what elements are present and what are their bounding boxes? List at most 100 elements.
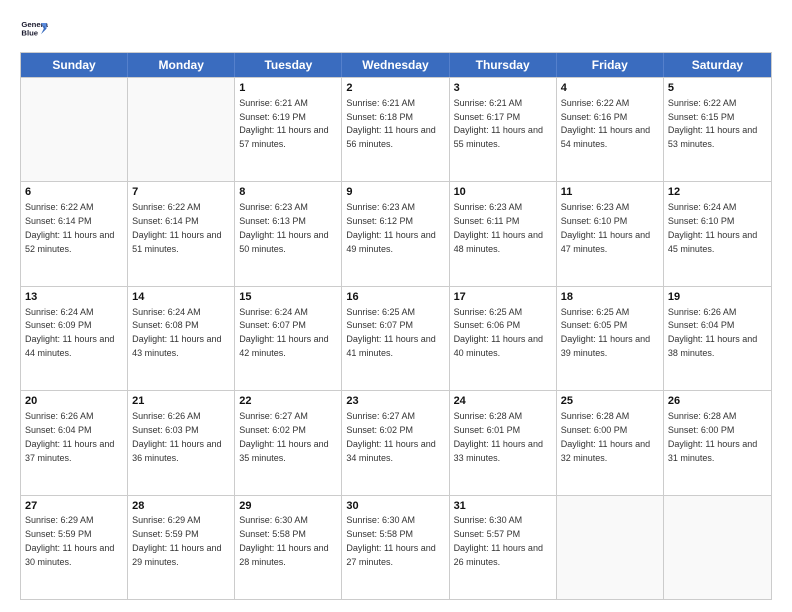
day-number: 22 — [239, 394, 337, 409]
cell-info: Sunrise: 6:28 AMSunset: 6:00 PMDaylight:… — [561, 411, 650, 462]
cell-info: Sunrise: 6:25 AMSunset: 6:06 PMDaylight:… — [454, 307, 543, 358]
svg-text:Blue: Blue — [21, 29, 38, 38]
calendar-cell: 4 Sunrise: 6:22 AMSunset: 6:16 PMDaylight… — [557, 78, 664, 181]
calendar-body: 1 Sunrise: 6:21 AMSunset: 6:19 PMDaylight… — [21, 77, 771, 599]
day-number: 27 — [25, 499, 123, 514]
calendar-cell: 30Sunrise: 6:30 AMSunset: 5:58 PMDayligh… — [342, 496, 449, 599]
calendar-row: 27Sunrise: 6:29 AMSunset: 5:59 PMDayligh… — [21, 495, 771, 599]
calendar-cell: 3Sunrise: 6:21 AMSunset: 6:17 PMDaylight… — [450, 78, 557, 181]
day-number: 24 — [454, 394, 552, 409]
header-day: Tuesday — [235, 53, 342, 77]
calendar-cell: 26 Sunrise: 6:28 AMSunset: 6:00 PMDayligh… — [664, 391, 771, 494]
day-number: 31 — [454, 499, 552, 514]
header-day: Monday — [128, 53, 235, 77]
day-number: 25 — [561, 394, 659, 409]
calendar-cell: 5 Sunrise: 6:22 AMSunset: 6:15 PMDaylight… — [664, 78, 771, 181]
calendar: SundayMondayTuesdayWednesdayThursdayFrid… — [20, 52, 772, 600]
calendar-cell — [664, 496, 771, 599]
calendar-row: 6 Sunrise: 6:22 AMSunset: 6:14 PMDaylight… — [21, 181, 771, 285]
day-number: 29 — [239, 499, 337, 514]
day-number: 14 — [132, 290, 230, 305]
day-number: 26 — [668, 394, 767, 409]
calendar-header: SundayMondayTuesdayWednesdayThursdayFrid… — [21, 53, 771, 77]
cell-info: Sunrise: 6:24 AMSunset: 6:07 PMDaylight:… — [239, 307, 328, 358]
cell-info: Sunrise: 6:24 AMSunset: 6:08 PMDaylight:… — [132, 307, 221, 358]
day-number: 17 — [454, 290, 552, 305]
calendar-cell: 23 Sunrise: 6:27 AMSunset: 6:02 PMDayligh… — [342, 391, 449, 494]
calendar-cell: 31Sunrise: 6:30 AMSunset: 5:57 PMDayligh… — [450, 496, 557, 599]
calendar-cell: 20 Sunrise: 6:26 AMSunset: 6:04 PMDayligh… — [21, 391, 128, 494]
cell-info: Sunrise: 6:22 AMSunset: 6:14 PMDaylight:… — [25, 202, 114, 253]
calendar-cell: 15 Sunrise: 6:24 AMSunset: 6:07 PMDayligh… — [235, 287, 342, 390]
day-number: 23 — [346, 394, 444, 409]
calendar-cell: 8 Sunrise: 6:23 AMSunset: 6:13 PMDaylight… — [235, 182, 342, 285]
day-number: 11 — [561, 185, 659, 200]
day-number: 28 — [132, 499, 230, 514]
cell-info: Sunrise: 6:26 AMSunset: 6:04 PMDaylight:… — [25, 411, 114, 462]
day-number: 9 — [346, 185, 444, 200]
calendar-cell — [128, 78, 235, 181]
cell-info: Sunrise: 6:24 AMSunset: 6:10 PMDaylight:… — [668, 202, 757, 253]
cell-info: Sunrise: 6:27 AMSunset: 6:02 PMDaylight:… — [239, 411, 328, 462]
calendar-cell: 19 Sunrise: 6:26 AMSunset: 6:04 PMDayligh… — [664, 287, 771, 390]
day-number: 7 — [132, 185, 230, 200]
calendar-cell: 22 Sunrise: 6:27 AMSunset: 6:02 PMDayligh… — [235, 391, 342, 494]
cell-info: Sunrise: 6:26 AMSunset: 6:04 PMDaylight:… — [668, 307, 757, 358]
cell-info: Sunrise: 6:22 AMSunset: 6:16 PMDaylight:… — [561, 98, 650, 149]
day-number: 5 — [668, 81, 767, 96]
calendar-cell: 2Sunrise: 6:21 AMSunset: 6:18 PMDaylight… — [342, 78, 449, 181]
calendar-cell: 18 Sunrise: 6:25 AMSunset: 6:05 PMDayligh… — [557, 287, 664, 390]
calendar-cell — [557, 496, 664, 599]
cell-info: Sunrise: 6:21 AMSunset: 6:19 PMDaylight:… — [239, 98, 328, 149]
calendar-row: 1 Sunrise: 6:21 AMSunset: 6:19 PMDaylight… — [21, 77, 771, 181]
cell-info: Sunrise: 6:29 AMSunset: 5:59 PMDaylight:… — [25, 515, 114, 566]
cell-info: Sunrise: 6:29 AMSunset: 5:59 PMDaylight:… — [132, 515, 221, 566]
calendar-cell: 29Sunrise: 6:30 AMSunset: 5:58 PMDayligh… — [235, 496, 342, 599]
header-day: Wednesday — [342, 53, 449, 77]
cell-info: Sunrise: 6:22 AMSunset: 6:15 PMDaylight:… — [668, 98, 757, 149]
cell-info: Sunrise: 6:27 AMSunset: 6:02 PMDaylight:… — [346, 411, 435, 462]
day-number: 19 — [668, 290, 767, 305]
calendar-cell: 6 Sunrise: 6:22 AMSunset: 6:14 PMDaylight… — [21, 182, 128, 285]
page: General Blue SundayMondayTuesdayWednesda… — [0, 0, 792, 612]
calendar-cell: 24 Sunrise: 6:28 AMSunset: 6:01 PMDayligh… — [450, 391, 557, 494]
cell-info: Sunrise: 6:23 AMSunset: 6:13 PMDaylight:… — [239, 202, 328, 253]
logo-icon: General Blue — [20, 16, 48, 44]
calendar-cell: 12 Sunrise: 6:24 AMSunset: 6:10 PMDayligh… — [664, 182, 771, 285]
day-number: 21 — [132, 394, 230, 409]
calendar-cell: 10Sunrise: 6:23 AMSunset: 6:11 PMDayligh… — [450, 182, 557, 285]
cell-info: Sunrise: 6:23 AMSunset: 6:12 PMDaylight:… — [346, 202, 435, 253]
logo: General Blue — [20, 16, 50, 44]
calendar-cell: 11Sunrise: 6:23 AMSunset: 6:10 PMDayligh… — [557, 182, 664, 285]
cell-info: Sunrise: 6:30 AMSunset: 5:57 PMDaylight:… — [454, 515, 543, 566]
cell-info: Sunrise: 6:25 AMSunset: 6:05 PMDaylight:… — [561, 307, 650, 358]
header-day: Saturday — [664, 53, 771, 77]
calendar-cell: 14 Sunrise: 6:24 AMSunset: 6:08 PMDayligh… — [128, 287, 235, 390]
day-number: 4 — [561, 81, 659, 96]
day-number: 3 — [454, 81, 552, 96]
day-number: 16 — [346, 290, 444, 305]
cell-info: Sunrise: 6:30 AMSunset: 5:58 PMDaylight:… — [346, 515, 435, 566]
cell-info: Sunrise: 6:25 AMSunset: 6:07 PMDaylight:… — [346, 307, 435, 358]
day-number: 13 — [25, 290, 123, 305]
cell-info: Sunrise: 6:28 AMSunset: 6:00 PMDaylight:… — [668, 411, 757, 462]
day-number: 18 — [561, 290, 659, 305]
cell-info: Sunrise: 6:21 AMSunset: 6:18 PMDaylight:… — [346, 98, 435, 149]
day-number: 12 — [668, 185, 767, 200]
header-day: Sunday — [21, 53, 128, 77]
header-day: Friday — [557, 53, 664, 77]
day-number: 1 — [239, 81, 337, 96]
calendar-cell: 21 Sunrise: 6:26 AMSunset: 6:03 PMDayligh… — [128, 391, 235, 494]
calendar-cell: 28Sunrise: 6:29 AMSunset: 5:59 PMDayligh… — [128, 496, 235, 599]
day-number: 30 — [346, 499, 444, 514]
header-day: Thursday — [450, 53, 557, 77]
day-number: 15 — [239, 290, 337, 305]
day-number: 20 — [25, 394, 123, 409]
cell-info: Sunrise: 6:26 AMSunset: 6:03 PMDaylight:… — [132, 411, 221, 462]
day-number: 6 — [25, 185, 123, 200]
day-number: 8 — [239, 185, 337, 200]
day-number: 10 — [454, 185, 552, 200]
calendar-cell: 25 Sunrise: 6:28 AMSunset: 6:00 PMDayligh… — [557, 391, 664, 494]
calendar-cell: 16 Sunrise: 6:25 AMSunset: 6:07 PMDayligh… — [342, 287, 449, 390]
cell-info: Sunrise: 6:28 AMSunset: 6:01 PMDaylight:… — [454, 411, 543, 462]
